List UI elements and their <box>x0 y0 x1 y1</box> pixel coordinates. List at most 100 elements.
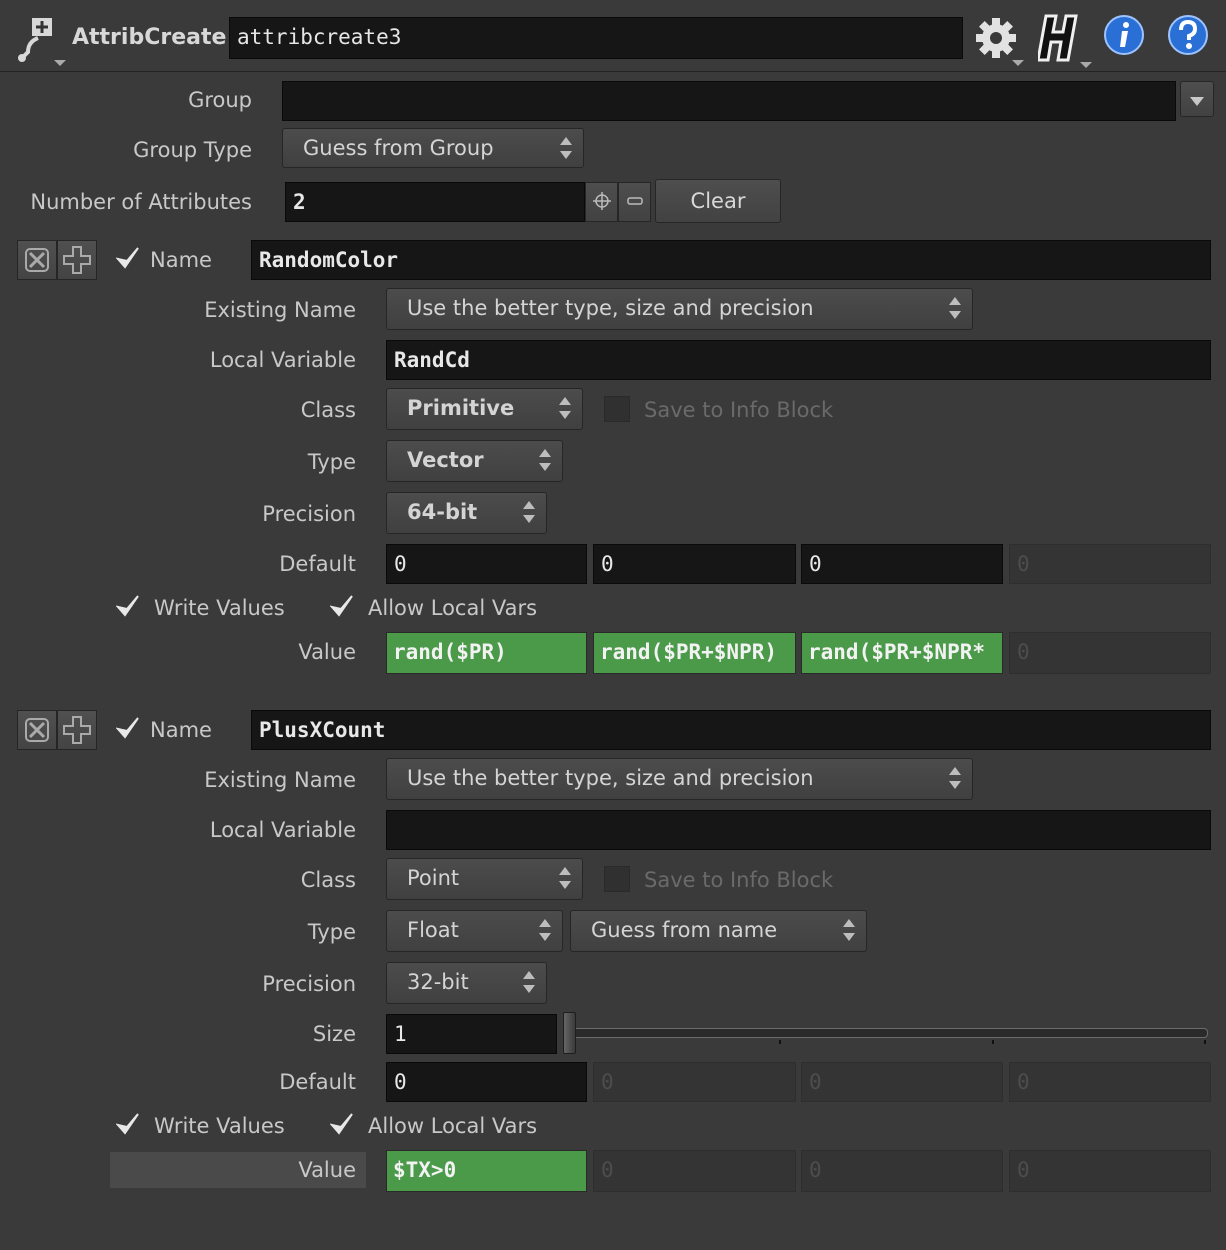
attr1-class-value: Primitive <box>407 396 515 420</box>
updown-arrow-icon <box>557 135 575 161</box>
attr2-precision-menu[interactable]: 32-bit <box>386 962 547 1004</box>
attr1-name-label: Name <box>150 248 212 272</box>
attr1-local-var-input[interactable]: RandCd <box>386 340 1211 380</box>
attr2-type-label: Type <box>307 920 356 944</box>
attr1-value-z[interactable]: rand($PR+$NPR* <box>801 632 1003 674</box>
minus-icon <box>626 197 643 205</box>
checkmark-icon[interactable] <box>115 246 142 272</box>
updown-arrow-icon <box>520 499 538 525</box>
checkmark-icon[interactable] <box>115 594 142 620</box>
attr1-allow-local-vars-label: Allow Local Vars <box>368 596 538 620</box>
updown-arrow-icon <box>536 447 554 473</box>
num-attributes-input[interactable]: 2 <box>285 182 585 222</box>
group-label: Group <box>188 88 252 112</box>
attr1-write-values-label: Write Values <box>154 596 285 620</box>
group-input[interactable] <box>282 81 1176 121</box>
attr1-value-x[interactable]: rand($PR) <box>386 632 587 674</box>
group-dropdown-button[interactable] <box>1180 81 1214 117</box>
attr1-precision-label: Precision <box>262 502 356 526</box>
attr1-default-x[interactable]: 0 <box>386 544 587 584</box>
question-icon[interactable] <box>1167 14 1209 56</box>
attr1-name-input[interactable]: RandomColor <box>251 240 1211 280</box>
checkmark-icon[interactable] <box>115 1112 142 1138</box>
attr2-precision-value: 32-bit <box>407 970 469 994</box>
attr2-size-slider-tick <box>1204 1040 1206 1044</box>
updown-arrow-icon <box>520 969 538 995</box>
attr2-size-label: Size <box>312 1022 356 1046</box>
plus-circle-icon <box>592 192 611 210</box>
attr1-save-info-checkbox[interactable] <box>604 396 630 422</box>
attr1-precision-menu[interactable]: 64-bit <box>386 492 547 534</box>
attr2-typeinfo-menu[interactable]: Guess from name <box>570 910 867 952</box>
attr1-type-menu[interactable]: Vector <box>386 440 563 482</box>
attr1-class-menu[interactable]: Primitive <box>386 388 583 430</box>
attr1-existing-name-value: Use the better type, size and precision <box>407 296 814 320</box>
attr2-class-menu[interactable]: Point <box>386 858 583 900</box>
attr2-existing-name-menu[interactable]: Use the better type, size and precision <box>386 758 973 800</box>
updown-arrow-icon <box>556 865 574 891</box>
attr1-default-w: 0 <box>1009 544 1211 584</box>
attr2-precision-label: Precision <box>262 972 356 996</box>
updown-arrow-icon <box>946 765 964 791</box>
attr1-value-w: 0 <box>1009 632 1211 674</box>
num-attributes-label: Number of Attributes <box>30 190 252 214</box>
group-type-value: Guess from Group <box>303 136 494 160</box>
attr2-size-slider-track[interactable] <box>566 1028 1208 1038</box>
attr2-size-slider-tick <box>779 1040 781 1044</box>
attr2-value-x[interactable]: $TX>0 <box>386 1150 587 1192</box>
attr1-value-y[interactable]: rand($PR+$NPR) <box>593 632 796 674</box>
attr1-type-label: Type <box>307 450 356 474</box>
attr2-default-x[interactable]: 0 <box>386 1062 587 1102</box>
attr2-value-label: Value <box>298 1158 356 1182</box>
add-instance-button[interactable] <box>585 182 618 222</box>
updown-arrow-icon <box>840 917 858 943</box>
attr1-type-value: Vector <box>407 448 484 472</box>
node-name-input[interactable]: attribcreate3 <box>229 17 963 59</box>
attr2-type-menu[interactable]: Float <box>386 910 563 952</box>
remove-instance-button[interactable] <box>618 182 651 222</box>
group-type-label: Group Type <box>133 138 252 162</box>
attr2-value-z: 0 <box>801 1150 1003 1192</box>
attr2-class-label: Class <box>300 868 356 892</box>
gear-icon[interactable] <box>972 14 1028 70</box>
attr1-save-info-label: Save to Info Block <box>644 398 834 422</box>
checkmark-icon[interactable] <box>115 716 142 742</box>
attr1-default-y[interactable]: 0 <box>593 544 796 584</box>
remove-multiparm-icon[interactable] <box>17 710 57 750</box>
attr2-local-var-input[interactable] <box>386 810 1211 850</box>
attribcreate-node-icon[interactable] <box>14 16 66 66</box>
attr1-existing-name-menu[interactable]: Use the better type, size and precision <box>386 288 973 330</box>
attr2-save-info-checkbox[interactable] <box>604 866 630 892</box>
info-icon[interactable] <box>1103 14 1145 56</box>
attr2-existing-name-value: Use the better type, size and precision <box>407 766 814 790</box>
attr2-name-input[interactable]: PlusXCount <box>251 710 1211 750</box>
attr2-save-info-label: Save to Info Block <box>644 868 834 892</box>
attr2-allow-local-vars-label: Allow Local Vars <box>368 1114 538 1138</box>
node-type-label: AttribCreate <box>72 25 227 50</box>
add-multiparm-icon[interactable] <box>57 710 97 750</box>
attr2-default-z: 0 <box>801 1062 1003 1102</box>
attr1-value-label: Value <box>298 640 356 664</box>
add-multiparm-icon[interactable] <box>57 240 97 280</box>
attr2-size-input[interactable]: 1 <box>386 1014 557 1054</box>
attr2-typeinfo-value: Guess from name <box>591 918 778 942</box>
attr2-write-values-label: Write Values <box>154 1114 285 1138</box>
checkmark-icon[interactable] <box>329 594 356 620</box>
attr1-default-label: Default <box>279 552 356 576</box>
attr2-size-slider-handle[interactable] <box>563 1012 576 1054</box>
group-type-menu[interactable]: Guess from Group <box>282 128 584 168</box>
attr2-type-value: Float <box>407 918 459 942</box>
remove-multiparm-icon[interactable] <box>17 240 57 280</box>
chevron-down-icon <box>1190 97 1204 106</box>
updown-arrow-icon <box>536 917 554 943</box>
attr1-class-label: Class <box>300 398 356 422</box>
attr2-default-y: 0 <box>593 1062 796 1102</box>
attr1-precision-value: 64-bit <box>407 500 478 524</box>
checkmark-icon[interactable] <box>329 1112 356 1138</box>
attr2-default-w: 0 <box>1009 1062 1211 1102</box>
attr1-default-z[interactable]: 0 <box>801 544 1003 584</box>
attr1-existing-name-label: Existing Name <box>204 298 356 322</box>
updown-arrow-icon <box>946 295 964 321</box>
clear-button[interactable]: Clear <box>655 179 781 223</box>
houdini-help-icon[interactable] <box>1036 12 1094 72</box>
